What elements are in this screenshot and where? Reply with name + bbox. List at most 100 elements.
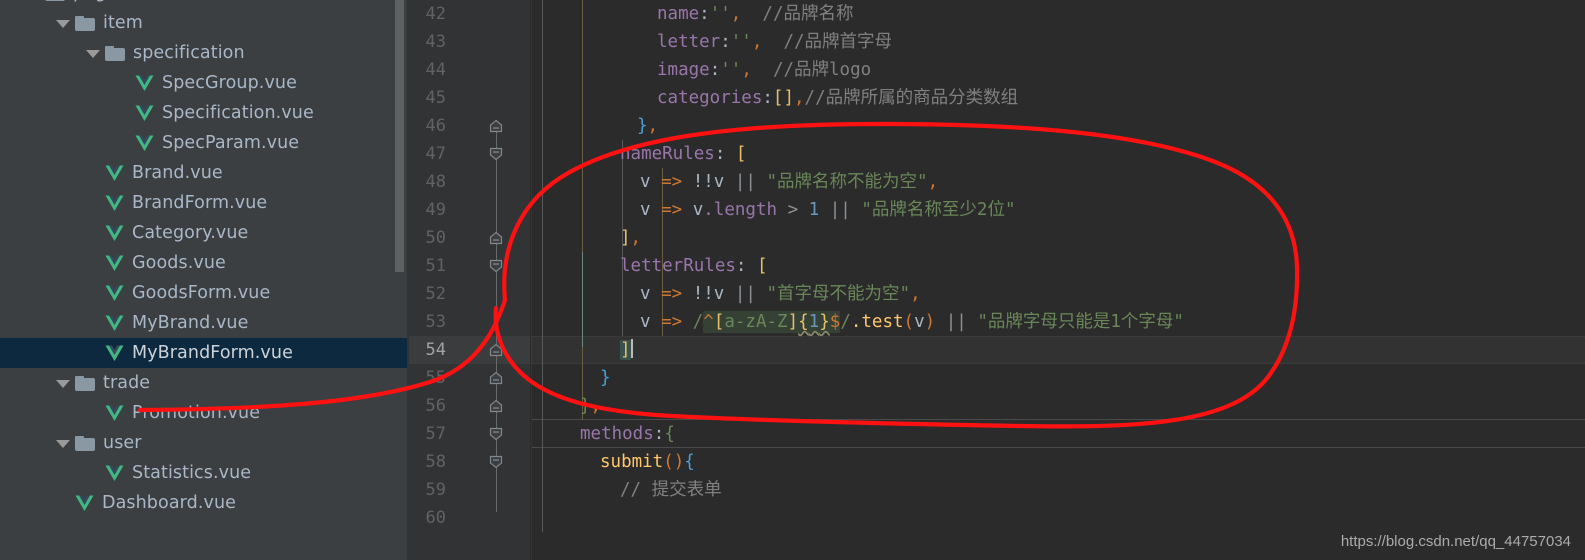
chevron-down-icon[interactable]	[24, 0, 42, 2]
project-file-tree-panel[interactable]: pages item specification SpecGroup.vue Speci…	[0, 0, 409, 560]
code-line[interactable]: v => !!v || "首字母不能为空",	[640, 280, 921, 308]
file-tree-item[interactable]: Goods.vue	[0, 248, 409, 278]
line-number: 42	[425, 4, 446, 24]
code-line[interactable]: letter:'', //品牌首字母	[657, 28, 892, 56]
code-surface[interactable]: name:'', //品牌名称 letter:'', //品牌首字母 image:'…	[532, 0, 1585, 560]
current-line-highlight	[532, 336, 1585, 364]
tree-item-label: BrandForm.vue	[132, 193, 268, 213]
code-line[interactable]: nameRules: [	[620, 140, 746, 168]
folder-tree-item[interactable]: pages	[0, 0, 409, 8]
code-line[interactable]: v => /^[a-zA-Z]{1}$/.test(v) || "品牌字母只能是…	[640, 308, 1184, 336]
folder-tree-item[interactable]: item	[0, 8, 409, 38]
tree-item-label: pages	[73, 0, 126, 3]
code-line[interactable]: letterRules: [	[620, 252, 768, 280]
file-tree-item[interactable]: MyBrand.vue	[0, 308, 409, 338]
fold-marker[interactable]	[488, 258, 504, 274]
file-tree-item[interactable]: Brand.vue	[0, 158, 409, 188]
file-tree-item[interactable]: BrandForm.vue	[0, 188, 409, 218]
tree-item-label: SpecParam.vue	[162, 133, 300, 153]
line-number: 59	[425, 480, 446, 500]
fold-marker[interactable]	[488, 370, 504, 386]
file-tree-item[interactable]: Category.vue	[0, 218, 409, 248]
editor-gutter[interactable]: 42 43 44 45 46 47 48 49 50 51 52 53 54 55 56 57 58 59 60	[409, 0, 532, 560]
line-number: 43	[425, 32, 446, 52]
folder-tree-item[interactable]: specification	[0, 38, 409, 68]
line-number: 46	[425, 116, 446, 136]
fold-marker[interactable]	[488, 146, 504, 162]
line-number: 60	[425, 508, 446, 528]
fold-marker[interactable]	[488, 342, 504, 358]
code-line[interactable]: }	[600, 364, 611, 392]
tree-item-label: specification	[133, 43, 245, 63]
vue-file-icon	[105, 345, 124, 362]
chevron-down-icon[interactable]	[54, 434, 72, 452]
file-tree-item[interactable]: Dashboard.vue	[0, 488, 409, 518]
folder-tree-item[interactable]: trade	[0, 368, 409, 398]
code-line[interactable]: image:'', //品牌logo	[657, 56, 871, 84]
line-number: 57	[425, 424, 446, 444]
code-line[interactable]: },	[580, 392, 601, 420]
tree-item-label: Dashboard.vue	[102, 493, 237, 513]
code-line[interactable]: v => v.length > 1 || "品牌名称至少2位"	[640, 196, 1016, 224]
file-tree-item[interactable]: Specification.vue	[0, 98, 409, 128]
file-tree-item-selected[interactable]: MyBrandForm.vue	[0, 338, 409, 368]
vue-file-icon	[105, 315, 124, 332]
tree-item-label: Promotion.vue	[132, 403, 261, 423]
vue-file-icon	[105, 225, 124, 242]
fold-marker[interactable]	[488, 230, 504, 246]
line-number: 54	[425, 340, 446, 360]
chevron-down-icon[interactable]	[54, 14, 72, 32]
tree-item-label: MyBrand.vue	[132, 313, 249, 333]
code-line[interactable]: methods:{	[580, 420, 675, 448]
line-number: 50	[425, 228, 446, 248]
vue-file-icon	[105, 465, 124, 482]
file-tree-item[interactable]: GoodsForm.vue	[0, 278, 409, 308]
code-line[interactable]: ],	[620, 224, 641, 252]
file-tree-item[interactable]: SpecParam.vue	[0, 128, 409, 158]
fold-marker[interactable]	[488, 454, 504, 470]
line-number: 55	[425, 368, 446, 388]
vue-file-icon	[105, 165, 124, 182]
fold-marker[interactable]	[488, 426, 504, 442]
line-number: 47	[425, 144, 446, 164]
code-editor-panel[interactable]: 42 43 44 45 46 47 48 49 50 51 52 53 54 55 56 57 58 59 60 n…	[409, 0, 1585, 560]
code-line[interactable]: submit(){	[600, 448, 695, 476]
code-line[interactable]: v => !!v || "品牌名称不能为空",	[640, 168, 938, 196]
vue-file-icon	[105, 405, 124, 422]
tree-item-label: SpecGroup.vue	[162, 73, 297, 93]
chevron-down-icon[interactable]	[84, 44, 102, 62]
file-tree-list: pages item specification SpecGroup.vue Speci…	[0, 0, 409, 560]
file-tree-item[interactable]: SpecGroup.vue	[0, 68, 409, 98]
line-number: 48	[425, 172, 446, 192]
tree-item-label: Brand.vue	[132, 163, 223, 183]
code-line[interactable]: },	[637, 112, 658, 140]
fold-marker[interactable]	[488, 118, 504, 134]
file-tree-item[interactable]: Promotion.vue	[0, 398, 409, 428]
file-tree-item[interactable]: Statistics.vue	[0, 458, 409, 488]
tree-item-label: item	[103, 13, 143, 33]
line-number: 53	[425, 312, 446, 332]
fold-marker[interactable]	[488, 398, 504, 414]
indent-guide	[582, 0, 583, 420]
active-indent-guide	[582, 252, 583, 348]
sidebar-scrollbar[interactable]	[395, 0, 404, 272]
code-line[interactable]: name:'', //品牌名称	[657, 0, 853, 28]
code-line[interactable]: categories:[],//品牌所属的商品分类数组	[657, 84, 1018, 112]
folder-tree-item[interactable]: user	[0, 428, 409, 458]
chevron-down-icon[interactable]	[54, 374, 72, 392]
ide-window: pages item specification SpecGroup.vue Speci…	[0, 0, 1585, 560]
vue-file-icon	[105, 255, 124, 272]
code-line[interactable]: ]	[620, 336, 633, 364]
code-line[interactable]: // 提交表单	[620, 476, 722, 504]
vue-file-icon	[105, 285, 124, 302]
